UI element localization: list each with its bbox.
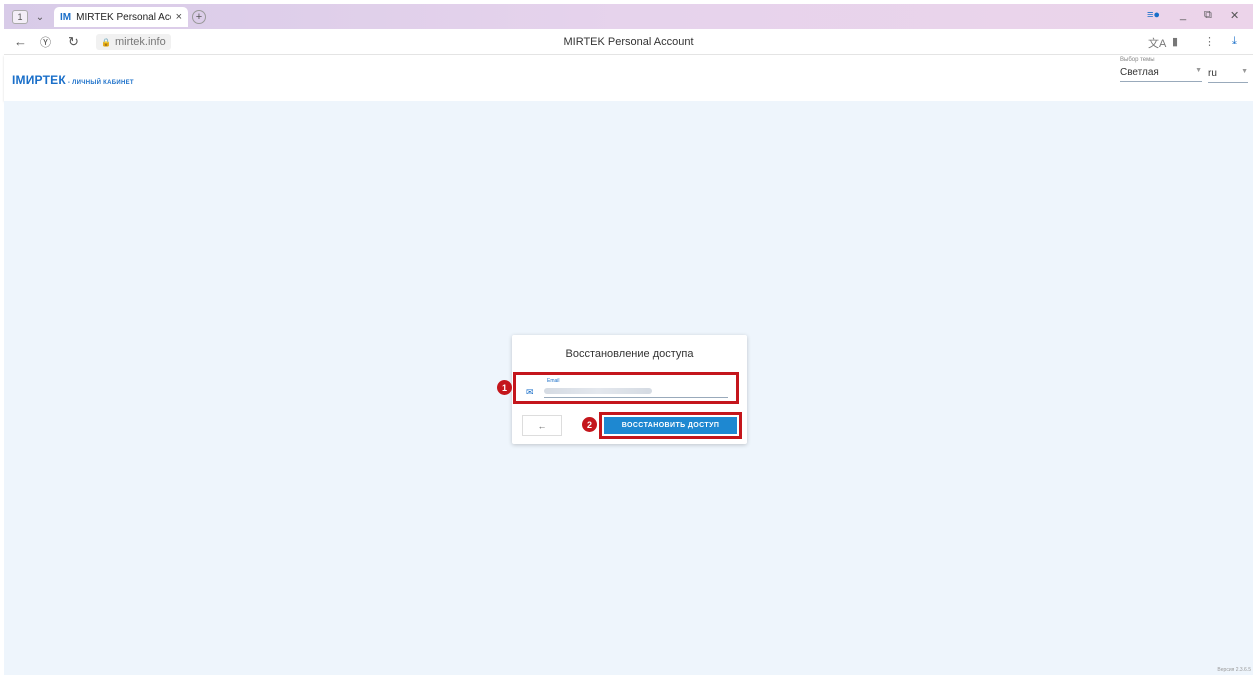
chevron-down-icon: ▼ bbox=[1241, 68, 1248, 75]
browser-tab[interactable]: IM MIRTEK Personal Accou × bbox=[54, 7, 188, 27]
email-label: Email bbox=[547, 378, 560, 384]
theme-label: Выбор темы bbox=[1120, 57, 1155, 63]
card-title: Восстановление доступа bbox=[565, 348, 694, 360]
submit-highlight: ВОССТАНОВИТЬ ДОСТУП bbox=[599, 412, 742, 439]
close-window-icon[interactable]: ✕ bbox=[1230, 9, 1239, 22]
browser-tab-strip: 1 ⌄ IM MIRTEK Personal Accou × + ≡● _ ⧉ … bbox=[4, 4, 1253, 29]
browser-toolbar: ← Ⓨ ↻ 🔒 mirtek.info MIRTEK Personal Acco… bbox=[4, 29, 1253, 55]
recovery-card: Восстановление доступа Email ✉ ← ВОССТАН… bbox=[512, 335, 747, 444]
email-value-blurred[interactable] bbox=[544, 388, 652, 394]
bookmark-icon[interactable]: ▮ bbox=[1172, 35, 1178, 48]
new-tab-button[interactable]: + bbox=[192, 10, 206, 24]
language-value: ru bbox=[1208, 68, 1217, 79]
app-header: IMИРТЕК - ЛИЧНЫЙ КАБИНЕТ Выбор темы Свет… bbox=[4, 55, 1253, 101]
favicon-icon: IM bbox=[60, 11, 72, 23]
tab-count-button[interactable]: 1 bbox=[12, 10, 28, 24]
download-icon[interactable]: ⤓ bbox=[1232, 35, 1237, 48]
translate-icon[interactable]: 文A bbox=[1148, 35, 1166, 51]
email-field[interactable]: Email ✉ bbox=[513, 372, 739, 404]
envelope-icon: ✉ bbox=[526, 387, 534, 397]
tab-list-chevron-icon[interactable]: ⌄ bbox=[34, 10, 46, 24]
logo-brand: IMИРТЕК bbox=[12, 73, 66, 87]
restore-access-button[interactable]: ВОССТАНОВИТЬ ДОСТУП bbox=[604, 417, 737, 434]
annotation-marker-2: 2 bbox=[582, 417, 597, 432]
page-title: MIRTEK Personal Account bbox=[563, 36, 694, 48]
tab-title: MIRTEK Personal Accou bbox=[76, 11, 170, 23]
arrow-left-icon: ← bbox=[537, 420, 547, 431]
close-tab-icon[interactable]: × bbox=[176, 11, 182, 23]
restore-icon[interactable]: ⧉ bbox=[1204, 9, 1212, 22]
more-menu-icon[interactable]: ⋮ bbox=[1204, 35, 1215, 48]
minimize-icon[interactable]: _ bbox=[1180, 9, 1186, 21]
annotation-marker-1: 1 bbox=[497, 380, 512, 395]
screen: 1 ⌄ IM MIRTEK Personal Accou × + ≡● _ ⧉ … bbox=[0, 0, 1253, 675]
back-button[interactable]: ← bbox=[522, 415, 562, 436]
profile-icon[interactable]: ≡● bbox=[1147, 9, 1160, 21]
logo[interactable]: IMИРТЕК - ЛИЧНЫЙ КАБИНЕТ bbox=[12, 73, 134, 87]
logo-subtitle: - ЛИЧНЫЙ КАБИНЕТ bbox=[67, 80, 134, 86]
theme-select[interactable]: Выбор темы Светлая ▼ bbox=[1120, 57, 1202, 82]
field-underline bbox=[544, 397, 728, 398]
version-text: Версия 2.3.6.5 bbox=[1217, 667, 1251, 673]
language-select[interactable]: ru ▼ bbox=[1208, 68, 1248, 83]
theme-value: Светлая bbox=[1120, 67, 1159, 78]
chevron-down-icon: ▼ bbox=[1195, 67, 1202, 74]
